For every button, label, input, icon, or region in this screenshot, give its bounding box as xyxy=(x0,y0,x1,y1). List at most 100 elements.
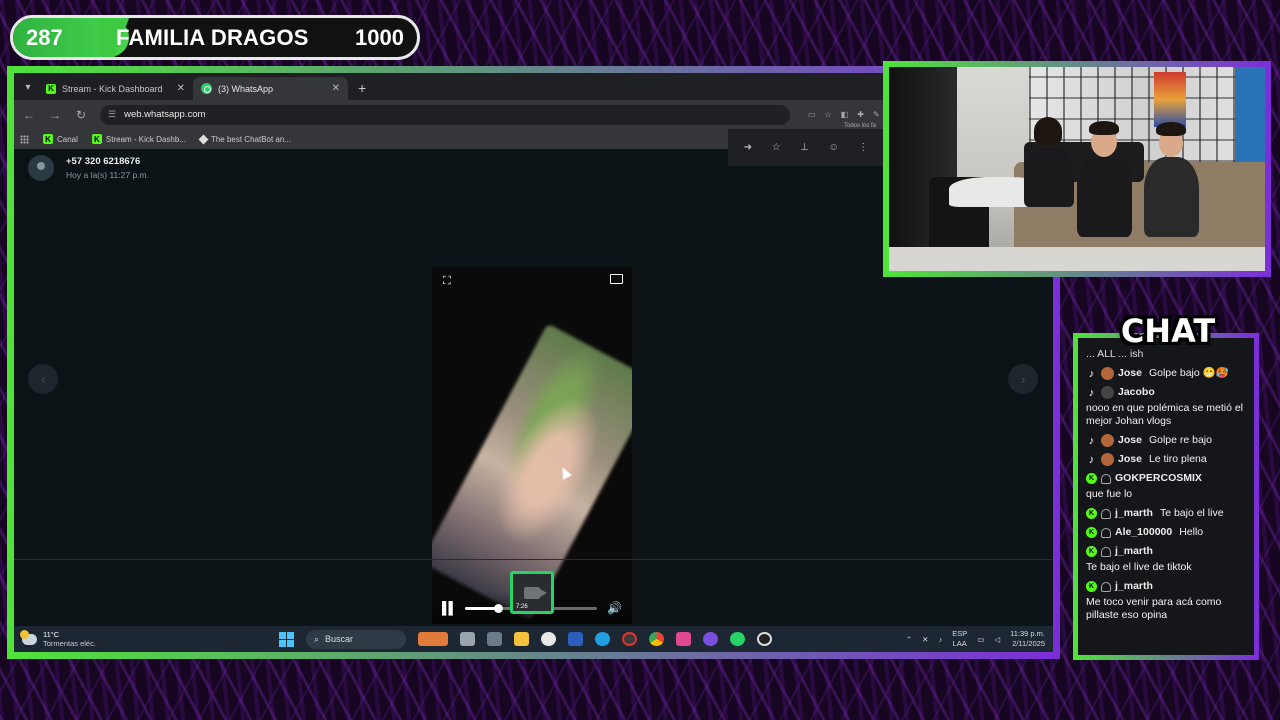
forward-icon[interactable]: → xyxy=(48,108,62,122)
close-icon[interactable]: ✕ xyxy=(177,83,185,94)
avatar xyxy=(1101,434,1114,447)
apps-grid-icon[interactable] xyxy=(20,134,29,144)
language-indicator[interactable]: ESP LAA xyxy=(952,629,967,649)
forward-message-icon[interactable]: ➜ xyxy=(744,142,752,153)
tab-label: Stream - Kick Dashboard xyxy=(62,83,163,94)
more-options-icon[interactable]: ⋮ xyxy=(858,142,868,153)
file-explorer-icon[interactable] xyxy=(514,632,529,646)
person-right-hair xyxy=(1156,122,1186,136)
volume-icon[interactable]: ◁ xyxy=(994,635,1000,644)
video-thumbnail[interactable]: 7:26 xyxy=(510,571,554,614)
whatsapp-icon xyxy=(201,83,212,94)
weather-widget[interactable]: 11°C Tormentas eléc. xyxy=(14,629,264,648)
chat-username[interactable]: Ale_100000 xyxy=(1115,526,1172,539)
bookmark-chatbot[interactable]: The best ChatBot an... xyxy=(198,134,291,144)
chat-message: K GOKPERCOSMIX que fue lo xyxy=(1086,472,1254,501)
network-icon[interactable]: ▭ xyxy=(977,635,984,644)
kick-icon: K xyxy=(43,134,53,144)
obs-icon[interactable] xyxy=(541,632,556,646)
goal-target-count: 1000 xyxy=(355,24,404,50)
star-icon[interactable]: ☆ xyxy=(772,142,781,153)
chat-username[interactable]: Jose xyxy=(1118,434,1142,447)
chat-username[interactable]: j_marth xyxy=(1115,507,1153,520)
pin-icon[interactable]: ✎ xyxy=(873,110,880,119)
previous-media-button[interactable]: ‹ xyxy=(28,364,58,394)
chat-username[interactable]: Jacobo xyxy=(1118,386,1155,399)
app-c-icon[interactable] xyxy=(757,632,772,646)
user-icon xyxy=(1101,527,1111,538)
mute-icon[interactable]: ✕ xyxy=(922,635,928,644)
taskbar-search[interactable]: ⌕ Buscar xyxy=(306,629,406,649)
next-media-button[interactable]: › xyxy=(1008,364,1038,394)
url-text: web.whatsapp.com xyxy=(124,109,206,120)
chat-text: Golpe bajo 😁🥵 xyxy=(1148,367,1229,379)
chat-text: Hello xyxy=(1179,526,1204,538)
emoji-icon[interactable]: ☺ xyxy=(828,142,838,153)
back-icon[interactable]: ← xyxy=(22,108,36,122)
assistant-icon[interactable] xyxy=(703,632,718,646)
edge-icon[interactable] xyxy=(595,632,610,646)
chat-username[interactable]: j_marth xyxy=(1115,545,1153,558)
chat-text: que fue lo xyxy=(1086,488,1133,500)
chat-username[interactable]: j_marth xyxy=(1115,580,1153,593)
tab-whatsapp[interactable]: (3) WhatsApp ✕ xyxy=(193,77,348,100)
streaming-app-icon[interactable] xyxy=(676,632,691,646)
chevron-up-icon[interactable]: ⌃ xyxy=(906,635,912,644)
reload-icon[interactable]: ↻ xyxy=(74,108,88,122)
microphone-icon[interactable]: ♪ xyxy=(938,635,942,644)
user-icon xyxy=(1101,581,1111,592)
chat-overlay: ... ALL ... ish ♪ Jose Golpe bajo 😁🥵 ♪ Jacob… xyxy=(1073,333,1259,660)
thumbnail-duration: 7:26 xyxy=(516,604,528,610)
chrome-icon[interactable] xyxy=(649,632,664,646)
person-middle xyxy=(1077,152,1132,237)
task-view-icon[interactable] xyxy=(460,632,475,646)
puzzle-icon[interactable]: ✚ xyxy=(857,110,864,119)
windows-start-icon[interactable] xyxy=(279,631,294,647)
pin-icon[interactable]: ⊥ xyxy=(800,142,809,153)
chat-text: nooo en que polémica se metió el mejor J… xyxy=(1086,402,1244,427)
cast-icon[interactable]: ▭ xyxy=(808,110,816,119)
chat-username[interactable]: Jose xyxy=(1118,367,1142,380)
bookmark-kick-dashboard[interactable]: K Stream - Kick Dashb... xyxy=(91,134,186,144)
capture-icon[interactable] xyxy=(622,632,637,646)
taskbar-apps xyxy=(418,632,772,646)
tab-kick-dashboard[interactable]: K Stream - Kick Dashboard ✕ xyxy=(38,77,193,100)
windows-taskbar: 11°C Tormentas eléc. ⌕ Buscar ⌃ ✕ ♪ ESP … xyxy=(14,626,1053,652)
tab-search-icon[interactable]: ▾ xyxy=(18,77,38,97)
bookmark-star-icon[interactable]: ☆ xyxy=(825,110,832,119)
site-info-icon[interactable]: ☰ xyxy=(108,109,116,120)
bookmark-label: Canal xyxy=(57,134,78,144)
bookmark-label: Stream - Kick Dashb... xyxy=(105,134,186,144)
fullscreen-icon[interactable]: ⛶ xyxy=(443,275,451,288)
bookmark-canal[interactable]: K Canal xyxy=(43,134,78,144)
curtain xyxy=(1235,67,1265,177)
chat-username[interactable]: Jose xyxy=(1118,453,1142,466)
webcam-feed xyxy=(883,61,1271,277)
kick-icon: K xyxy=(1086,508,1097,519)
chat-text: Me toco venir para acá como pillaste eso… xyxy=(1086,596,1222,621)
person-middle-hair xyxy=(1089,121,1119,135)
chat-message: Kj_marth Te bajo el live xyxy=(1086,507,1254,520)
new-tab-button[interactable]: + xyxy=(358,80,366,96)
system-clock[interactable]: 11:39 p.m. 2/11/2025 xyxy=(1010,629,1045,649)
widget-icon[interactable] xyxy=(418,632,448,646)
picture-in-picture-icon[interactable] xyxy=(610,274,623,284)
extension-icon[interactable]: ◧ xyxy=(841,110,849,119)
chat-username[interactable]: GOKPERCOSMIX xyxy=(1115,472,1202,485)
address-bar[interactable]: ☰ web.whatsapp.com xyxy=(100,104,790,125)
whatsapp-icon[interactable] xyxy=(730,632,745,646)
avatar xyxy=(1101,367,1114,380)
weather-temperature: 11°C xyxy=(43,630,60,639)
tiktok-icon: ♪ xyxy=(1088,453,1095,466)
chat-message: ♪ Jose Golpe bajo 😁🥵 xyxy=(1086,367,1254,380)
clock-date: 2/11/2025 xyxy=(1012,639,1045,648)
clock-time: 11:39 p.m. xyxy=(1010,629,1045,638)
kick-icon: K xyxy=(46,83,56,94)
avatar[interactable] xyxy=(28,155,54,181)
close-icon[interactable]: ✕ xyxy=(332,83,340,94)
kick-icon: K xyxy=(1086,527,1097,538)
video-camera-icon xyxy=(524,586,547,599)
chat-text: Te bajo el live xyxy=(1159,507,1224,519)
terminal-icon[interactable] xyxy=(487,632,502,646)
word-icon[interactable] xyxy=(568,632,583,646)
